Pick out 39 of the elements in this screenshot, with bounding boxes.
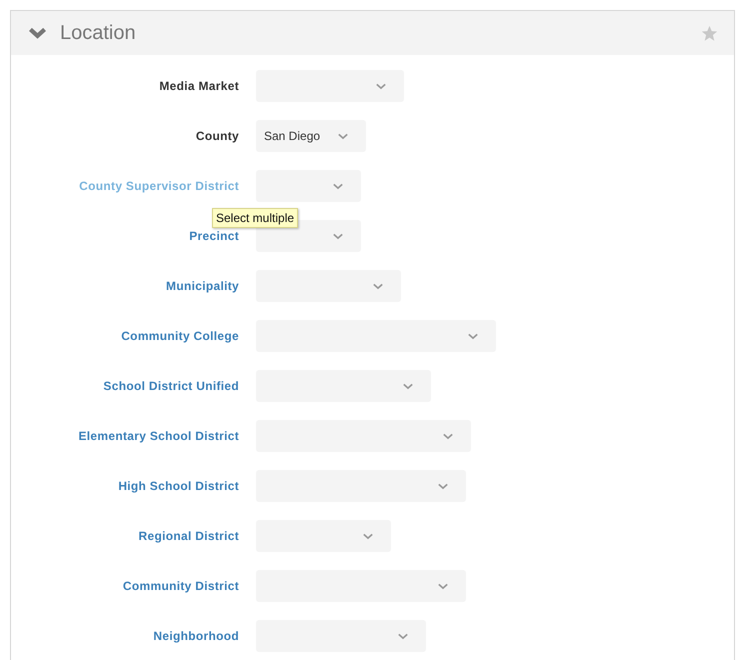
field-label: County <box>194 129 240 143</box>
dropdown-field[interactable] <box>256 70 404 102</box>
dropdown-field[interactable] <box>256 620 426 652</box>
chevron-down-icon <box>333 182 343 190</box>
chevron-down-icon <box>403 382 413 390</box>
field-label[interactable]: Community District <box>11 579 256 593</box>
chevron-down-icon <box>363 532 373 540</box>
field-label[interactable]: County Supervisor District <box>11 179 256 193</box>
field-label[interactable]: Neighborhood <box>11 629 256 643</box>
dropdown-field[interactable] <box>256 170 361 202</box>
field-label[interactable]: Elementary School District <box>11 429 256 443</box>
chevron-down-icon <box>338 132 348 140</box>
field-label[interactable]: Regional District <box>11 529 256 543</box>
dropdown-field[interactable]: San Diego <box>256 120 366 152</box>
chevron-down-icon <box>438 482 448 490</box>
chevron-down-icon <box>443 432 453 440</box>
chevron-down-icon <box>438 582 448 590</box>
dropdown-field[interactable] <box>256 520 391 552</box>
chevron-down-icon <box>468 332 478 340</box>
chevron-down-icon <box>376 82 386 90</box>
field-label[interactable]: Municipality <box>11 279 256 293</box>
dropdown-field[interactable] <box>256 270 401 302</box>
dropdown-field[interactable] <box>256 570 466 602</box>
field-label: Media Market <box>158 79 240 93</box>
field-label[interactable]: High School District <box>11 479 256 493</box>
field-label[interactable]: Community College <box>11 329 256 343</box>
field-label[interactable]: School District Unified <box>11 379 256 393</box>
dropdown-field[interactable] <box>256 320 496 352</box>
chevron-down-icon[interactable] <box>29 27 46 39</box>
dropdown-field[interactable] <box>256 470 466 502</box>
chevron-down-icon <box>333 232 343 240</box>
tooltip: Select multiple <box>212 208 298 228</box>
dropdown-field[interactable] <box>256 370 431 402</box>
field-label[interactable]: Precinct <box>11 229 256 243</box>
star-icon[interactable] <box>701 24 718 42</box>
chevron-down-icon <box>398 632 408 640</box>
dropdown-field[interactable] <box>256 420 471 452</box>
chevron-down-icon <box>373 282 383 290</box>
panel-title: Location <box>60 22 137 44</box>
